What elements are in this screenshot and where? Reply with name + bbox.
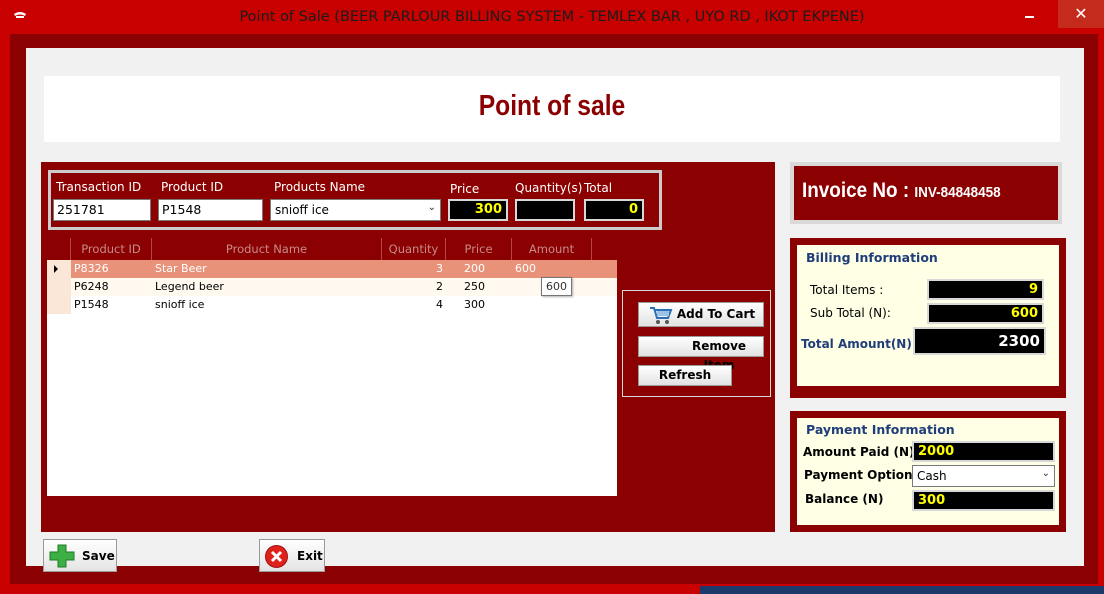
cell-amount [512,296,592,314]
cell-amount: 600 [515,262,536,275]
column-header-quantity[interactable]: Quantity [382,238,446,260]
close-circle-icon [264,544,289,572]
cell-product-name: Star Beer [155,262,207,275]
save-label: Save [82,549,115,563]
amount-tooltip: 600 [541,277,572,296]
quantity-label: Quantity(s) [515,181,583,195]
price-field[interactable]: 300 [448,199,508,221]
total-items-label: Total Items : [810,283,884,297]
cell-price: 200 [464,262,485,275]
column-header-product-id[interactable]: Product ID [71,238,152,260]
column-header-price[interactable]: Price [446,238,512,260]
cart-actions-box: Add To Cart Remove Item Refresh [622,290,771,397]
column-header-amount[interactable]: Amount [512,238,592,260]
table-row[interactable]: P1548 snioff ice 4 300 [47,296,617,314]
total-amount-label: Total Amount(N) : [801,337,921,351]
save-button[interactable]: Save [43,539,117,572]
invoice-number: INV-84848458 [914,184,1001,201]
column-header-product-name[interactable]: Product Name [152,238,382,260]
form-body: Point of sale Transaction ID 251781 Prod… [26,48,1084,572]
total-field[interactable]: 0 [584,199,644,221]
client-area: Point of sale Transaction ID 251781 Prod… [10,34,1098,584]
sub-total-label: Sub Total (N): [810,306,891,320]
balance-label: Balance (N) [805,492,884,506]
grid-header: Product ID Product Name Quantity Price A… [47,238,617,260]
window-title: Point of Sale (BEER PARLOUR BILLING SYST… [239,9,865,25]
payment-option-select[interactable]: Cash ⌄ [912,465,1055,487]
row-header[interactable] [47,278,71,296]
page-title: Point of sale [478,90,626,122]
application-window: Point of Sale (BEER PARLOUR BILLING SYST… [0,0,1104,594]
header-panel: Point of sale [44,76,1060,142]
cell-product-id: P6248 [74,280,109,293]
cell-quantity: 2 [436,280,443,293]
amount-paid-label: Amount Paid (N) [803,445,915,459]
cell-product-id: P1548 [74,298,109,311]
cell-price: 300 [464,298,485,311]
price-label: Price [450,182,480,196]
cell-product-name: Legend beer [155,280,224,293]
payment-heading: Payment Information [806,422,955,437]
title-bar[interactable]: Point of Sale (BEER PARLOUR BILLING SYST… [0,0,1104,34]
invoice-heading: Invoice No : INV-84848458 [802,179,1001,203]
cart-icon [649,305,673,333]
total-label: Total [584,181,613,195]
add-to-cart-label: Add To Cart [676,307,756,321]
billing-info-box: Billing Information Total Items : 9 Sub … [797,245,1059,386]
balance-field[interactable]: 300 [912,490,1055,511]
cell-price: 250 [464,280,485,293]
transaction-id-field[interactable]: 251781 [53,199,151,221]
payment-panel: Payment Information Amount Paid (N) 2000… [790,411,1066,532]
remove-item-button[interactable]: Remove Item [638,336,764,372]
payment-option-label: Payment Option [804,468,913,482]
cell-quantity: 3 [436,262,443,275]
minimize-button[interactable] [1015,0,1045,28]
products-name-value: snioff ice [275,203,329,217]
exit-label: Exit [297,549,323,563]
exit-button[interactable]: Exit [259,539,325,572]
close-window-button[interactable]: ✕ [1058,0,1104,28]
plus-icon [48,543,76,572]
quantity-field[interactable] [515,199,575,221]
payment-info-box: Payment Information Amount Paid (N) 2000… [797,418,1059,525]
total-amount-field[interactable]: 2300 [913,327,1046,355]
billing-panel: Billing Information Total Items : 9 Sub … [790,238,1066,398]
total-items-field[interactable]: 9 [927,279,1044,300]
invoice-label: Invoice No : [802,179,915,202]
background-window-peek [700,586,1104,594]
transaction-id-label: Transaction ID [56,180,142,194]
refresh-button[interactable]: Refresh [638,365,732,386]
row-header[interactable] [47,296,71,314]
sub-total-field[interactable]: 600 [927,303,1044,324]
row-pointer-icon [54,265,58,273]
add-to-cart-button[interactable]: Add To Cart [638,302,764,327]
entry-fields-box: Transaction ID 251781 Product ID P1548 P… [48,170,662,230]
table-row[interactable]: P8326 Star Beer 3 200 600 [47,260,617,278]
table-row[interactable]: P6248 Legend beer 2 250 [47,278,617,296]
cell-product-id: P8326 [74,262,109,275]
invoice-panel: Invoice No : INV-84848458 [790,162,1062,224]
payment-option-value: Cash [917,469,947,483]
products-name-label: Products Name [274,180,366,194]
amount-paid-field[interactable]: 2000 [912,441,1055,462]
cell-product-name: snioff ice [155,298,205,311]
billing-heading: Billing Information [806,250,938,265]
cell-quantity: 4 [436,298,443,311]
chevron-down-icon: ⌄ [427,202,436,213]
row-header[interactable] [47,260,71,278]
cart-grid[interactable]: Product ID Product Name Quantity Price A… [47,238,617,496]
grid-corner-header [47,238,71,260]
products-name-select[interactable]: snioff ice ⌄ [270,199,441,221]
product-id-label: Product ID [161,180,224,194]
product-id-field[interactable]: P1548 [158,199,263,221]
chevron-down-icon: ⌄ [1041,468,1050,479]
